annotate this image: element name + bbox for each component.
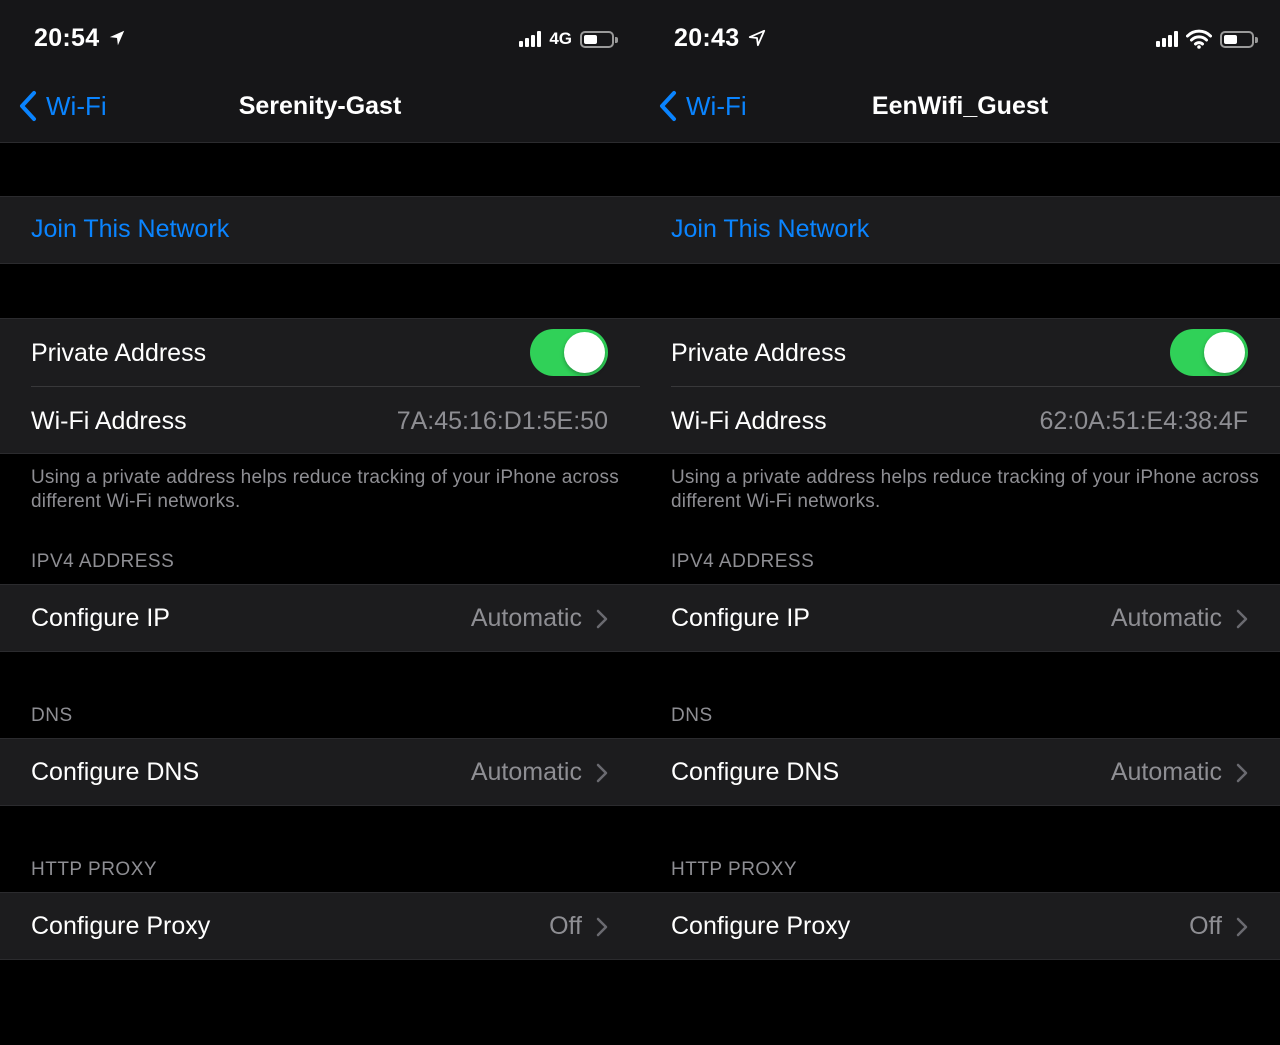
settings-screen-right: 20:43 Wi-Fi EenWifi_Guest Join This Netw…	[640, 0, 1280, 1045]
private-address-toggle[interactable]	[1170, 329, 1248, 376]
private-address-footnote: Using a private address helps reduce tra…	[671, 467, 1259, 512]
cellular-signal-icon	[519, 31, 542, 47]
configure-ip-label: Configure IP	[31, 604, 170, 632]
configure-proxy-label: Configure Proxy	[671, 912, 851, 940]
configure-dns-cell[interactable]: Configure DNS Automatic	[640, 738, 1280, 806]
wifi-address-label: Wi-Fi Address	[671, 407, 827, 435]
battery-icon	[1220, 30, 1258, 48]
settings-screen-left: 20:54 4G Wi-Fi Serenity-Gast Join This N…	[0, 0, 640, 1045]
status-indicators: 4G	[519, 27, 618, 51]
wifi-address-label: Wi-Fi Address	[31, 407, 187, 435]
configure-ip-value-wrap: Automatic	[471, 604, 608, 633]
location-arrow-icon	[109, 30, 125, 46]
configure-proxy-cell[interactable]: Configure Proxy Off	[0, 892, 640, 960]
ipv4-section-header: IPV4 ADDRESS	[31, 551, 175, 572]
configure-proxy-value: Off	[1189, 912, 1222, 940]
top-bar: 20:43 Wi-Fi EenWifi_Guest	[640, 0, 1280, 143]
configure-proxy-label: Configure Proxy	[31, 912, 211, 940]
divider	[31, 386, 640, 387]
dns-section-header: DNS	[671, 705, 713, 726]
join-network-cell[interactable]: Join This Network	[0, 196, 640, 264]
wifi-icon	[1186, 29, 1212, 49]
chevron-right-icon	[596, 609, 608, 628]
page-title: EenWifi_Guest	[871, 92, 1049, 120]
private-address-label: Private Address	[31, 339, 207, 367]
join-network-label: Join This Network	[31, 215, 230, 243]
status-time: 20:43	[674, 24, 740, 52]
configure-dns-label: Configure DNS	[671, 758, 840, 786]
configure-ip-value: Automatic	[470, 604, 582, 632]
dns-section-header: DNS	[31, 705, 73, 726]
configure-proxy-value: Off	[549, 912, 582, 940]
configure-ip-value: Automatic	[1110, 604, 1222, 632]
configure-proxy-cell[interactable]: Configure Proxy Off	[640, 892, 1280, 960]
configure-dns-cell[interactable]: Configure DNS Automatic	[0, 738, 640, 806]
chevron-right-icon	[1236, 763, 1248, 782]
chevron-right-icon	[1236, 609, 1248, 628]
configure-ip-cell[interactable]: Configure IP Automatic	[640, 584, 1280, 652]
chevron-right-icon	[596, 763, 608, 782]
configure-dns-value: Automatic	[470, 758, 582, 786]
wifi-address-value: 62:0A:51:E4:38:4F	[1039, 407, 1248, 435]
location-arrow-icon	[748, 29, 766, 47]
chevron-right-icon	[1236, 917, 1248, 936]
join-network-label: Join This Network	[671, 215, 870, 243]
configure-dns-value-wrap: Automatic	[1111, 758, 1248, 787]
chevron-right-icon	[596, 917, 608, 936]
wifi-address-value: 7A:45:16:D1:5E:50	[396, 407, 608, 435]
configure-dns-label: Configure DNS	[31, 758, 200, 786]
status-time: 20:54	[34, 24, 100, 52]
configure-ip-label: Configure IP	[671, 604, 810, 632]
private-address-label: Private Address	[671, 339, 847, 367]
join-network-cell[interactable]: Join This Network	[640, 196, 1280, 264]
divider	[671, 386, 1280, 387]
network-type-label: 4G	[549, 29, 572, 48]
configure-ip-cell[interactable]: Configure IP Automatic	[0, 584, 640, 652]
configure-dns-value-wrap: Automatic	[471, 758, 608, 787]
ipv4-section-header: IPV4 ADDRESS	[671, 551, 815, 572]
configure-proxy-value-wrap: Off	[1189, 912, 1248, 941]
screens: 20:54 4G Wi-Fi Serenity-Gast Join This N…	[0, 0, 1280, 1045]
private-address-footnote: Using a private address helps reduce tra…	[31, 467, 619, 512]
battery-icon	[580, 30, 618, 48]
configure-proxy-value-wrap: Off	[549, 912, 608, 941]
cellular-signal-icon	[1156, 31, 1178, 47]
private-address-toggle[interactable]	[530, 329, 608, 376]
private-address-group: Private Address Wi-Fi Address 7A:45:16:D…	[0, 318, 640, 454]
private-address-group: Private Address Wi-Fi Address 62:0A:51:E…	[640, 318, 1280, 454]
top-bar: 20:54 4G Wi-Fi Serenity-Gast	[0, 0, 640, 143]
proxy-section-header: HTTP PROXY	[31, 859, 158, 880]
configure-ip-value-wrap: Automatic	[1111, 604, 1248, 633]
configure-dns-value: Automatic	[1110, 758, 1222, 786]
status-indicators	[1156, 27, 1258, 51]
page-title: Serenity-Gast	[238, 92, 402, 120]
proxy-section-header: HTTP PROXY	[671, 859, 798, 880]
